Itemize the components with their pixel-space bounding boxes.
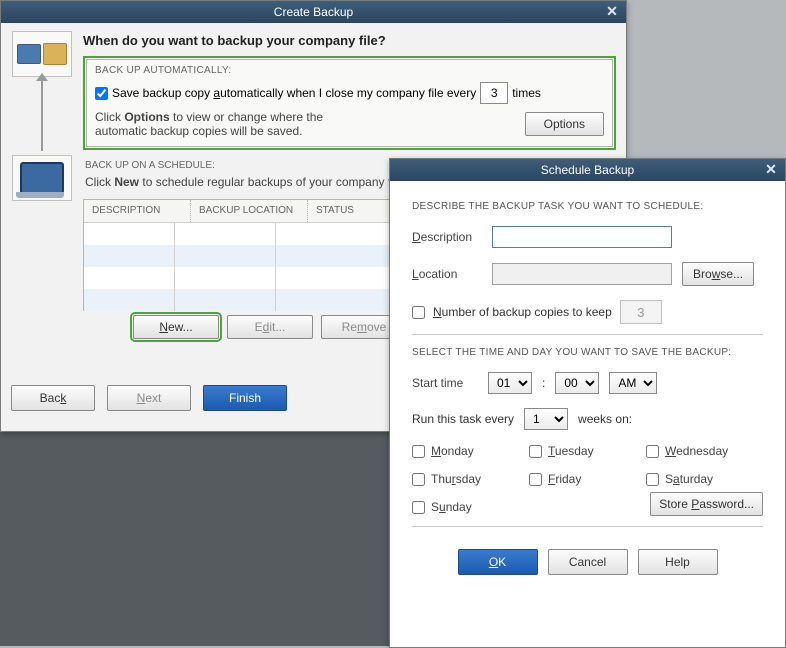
time-section-title: SELECT THE TIME AND DAY YOU WANT TO SAVE… <box>412 347 763 358</box>
schedule-backup-window: Schedule Backup ✕ DESCRIBE THE BACKUP TA… <box>389 158 786 648</box>
dialog-buttons: OK Cancel Help <box>412 549 763 575</box>
col-location: BACKUP LOCATION <box>191 200 308 222</box>
saturday-checkbox[interactable] <box>646 473 659 486</box>
day-monday[interactable]: Monday <box>412 444 529 458</box>
hour-select[interactable]: 01 <box>488 372 532 394</box>
auto-backup-checkbox[interactable] <box>95 87 108 100</box>
weeks-select[interactable]: 1 <box>524 408 568 430</box>
keep-copies-input <box>620 300 662 324</box>
next-button[interactable]: Next <box>107 385 191 411</box>
auto-backup-title: BACK UP AUTOMATICALLY: <box>95 65 604 76</box>
help-button[interactable]: Help <box>638 549 718 575</box>
edit-button[interactable]: Edit... <box>227 315 313 339</box>
divider <box>412 526 763 527</box>
monday-checkbox[interactable] <box>412 445 425 458</box>
ok-button[interactable]: OK <box>458 549 538 575</box>
location-input <box>492 263 672 285</box>
day-tuesday[interactable]: Tuesday <box>529 444 646 458</box>
day-wednesday[interactable]: Wednesday <box>646 444 763 458</box>
laptop-icon-box <box>12 155 72 201</box>
new-button-rest: ew... <box>168 320 193 334</box>
sunday-checkbox[interactable] <box>412 501 425 514</box>
keep-copies-label: Number of backup copies to keep <box>433 305 612 319</box>
auto-backup-group: BACK UP AUTOMATICALLY: Save backup copy … <box>86 59 613 147</box>
friday-checkbox[interactable] <box>529 473 542 486</box>
auto-backup-hint: Click Options to view or change where th… <box>95 110 375 138</box>
schedule-backup-titlebar: Schedule Backup ✕ <box>390 159 785 181</box>
schedule-backup-title: Schedule Backup <box>541 163 634 177</box>
new-button[interactable]: New... <box>133 315 219 339</box>
start-time-label: Start time <box>412 376 478 390</box>
description-input[interactable] <box>492 226 672 248</box>
arrow-up-icon <box>41 81 43 151</box>
store-password-button[interactable]: Store Password... <box>650 492 763 516</box>
col-description: DESCRIPTION <box>84 200 191 222</box>
thursday-checkbox[interactable] <box>412 473 425 486</box>
day-thursday[interactable]: Thursday <box>412 472 529 486</box>
wizard-footer: Back Next Finish <box>11 385 287 411</box>
describe-section-title: DESCRIBE THE BACKUP TASK YOU WANT TO SCH… <box>412 201 763 212</box>
description-label: Description <box>412 230 482 244</box>
create-backup-title: Create Backup <box>274 5 353 19</box>
keep-copies-checkbox[interactable] <box>412 306 425 319</box>
back-button[interactable]: Back <box>11 385 95 411</box>
close-icon[interactable]: ✕ <box>604 3 620 19</box>
day-saturday[interactable]: Saturday <box>646 472 763 486</box>
storage-device-icon <box>12 31 72 77</box>
tuesday-checkbox[interactable] <box>529 445 542 458</box>
browse-button[interactable]: Browse... <box>682 262 754 286</box>
auto-backup-label: Save backup copy automatically when I cl… <box>112 86 476 100</box>
divider <box>412 334 763 335</box>
day-sunday[interactable]: Sunday <box>412 500 529 514</box>
close-icon[interactable]: ✕ <box>763 161 779 177</box>
wednesday-checkbox[interactable] <box>646 445 659 458</box>
day-friday[interactable]: Friday <box>529 472 646 486</box>
create-backup-titlebar: Create Backup ✕ <box>1 1 626 23</box>
time-colon: : <box>542 376 545 390</box>
finish-button[interactable]: Finish <box>203 385 287 411</box>
minute-select[interactable]: 00 <box>555 372 599 394</box>
auto-backup-highlight: BACK UP AUTOMATICALLY: Save backup copy … <box>83 56 616 150</box>
auto-backup-times-suffix: times <box>512 86 541 100</box>
auto-backup-count-input[interactable] <box>480 82 508 104</box>
drive-icon <box>17 44 41 64</box>
location-label: Location <box>412 267 482 281</box>
run-every-label-post: weeks on: <box>578 412 632 426</box>
wizard-question: When do you want to backup your company … <box>83 33 616 48</box>
cancel-button[interactable]: Cancel <box>548 549 628 575</box>
run-every-label-pre: Run this task every <box>412 412 514 426</box>
wizard-illustration <box>9 31 75 339</box>
briefcase-icon <box>43 43 67 65</box>
laptop-icon <box>20 162 64 194</box>
ampm-select[interactable]: AM <box>609 372 657 394</box>
options-button[interactable]: Options <box>525 112 604 136</box>
